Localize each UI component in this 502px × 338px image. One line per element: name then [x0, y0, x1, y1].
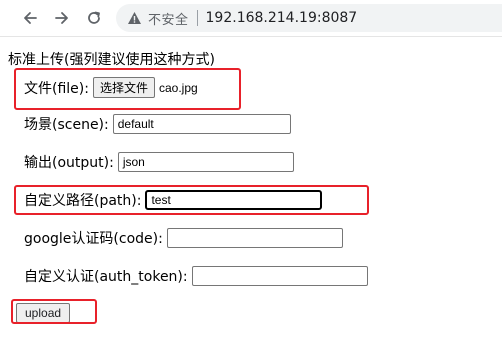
output-input[interactable]: json [117, 152, 294, 172]
address-bar[interactable]: 不安全 192.168.214.19:8087 [116, 4, 502, 32]
auth-token-label: 自定义认证(auth_token): [24, 269, 188, 285]
back-arrow-icon[interactable] [20, 8, 40, 28]
upload-page: 标准上传(强列建议使用这种方式) 文件(file): 选择文件 cao.jpg … [0, 37, 502, 338]
scene-input[interactable]: default [112, 114, 291, 134]
code-row: google认证码(code): [24, 228, 343, 248]
scene-label: 场景(scene): [24, 117, 109, 133]
url-text[interactable]: 192.168.214.19:8087 [206, 10, 358, 26]
output-row: 输出(output): json [24, 152, 294, 172]
annotation-box-file [14, 68, 241, 110]
warning-icon[interactable] [126, 10, 142, 26]
browser-toolbar: 不安全 192.168.214.19:8087 [0, 0, 502, 37]
annotation-box-path [14, 185, 369, 215]
reload-icon[interactable] [84, 8, 104, 28]
code-input[interactable] [166, 228, 343, 248]
section-title: 标准上传(强列建议使用这种方式) [8, 52, 215, 68]
code-label: google认证码(code): [24, 231, 163, 247]
annotation-box-upload [11, 299, 97, 324]
security-status-text[interactable]: 不安全 [148, 9, 189, 28]
auth-token-row: 自定义认证(auth_token): [24, 266, 368, 286]
scene-row: 场景(scene): default [24, 114, 291, 134]
forward-arrow-icon[interactable] [52, 8, 72, 28]
auth-token-input[interactable] [191, 266, 368, 286]
address-divider [196, 10, 198, 26]
output-label: 输出(output): [24, 155, 114, 171]
